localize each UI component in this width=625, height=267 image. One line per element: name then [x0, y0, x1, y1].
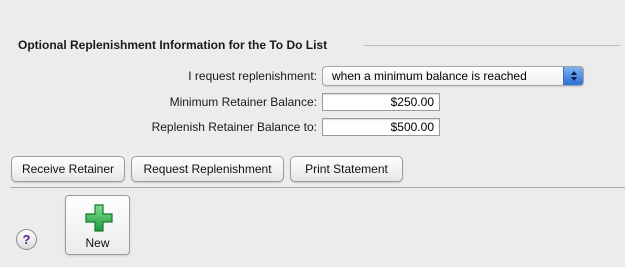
section-title: Optional Replenishment Information for t…: [18, 38, 328, 52]
new-button[interactable]: New: [65, 195, 130, 255]
replenish-balance-field[interactable]: [322, 118, 440, 136]
replenish-balance-label: Replenish Retainer Balance to:: [151, 120, 317, 134]
new-label: New: [85, 236, 110, 250]
section-separator: [10, 187, 625, 188]
help-icon: ?: [22, 232, 31, 247]
minimum-balance-field[interactable]: [322, 93, 440, 111]
minimum-balance-label: Minimum Retainer Balance:: [169, 95, 317, 109]
request-replenishment-button[interactable]: Request Replenishment: [131, 156, 284, 182]
replenishment-select-value: when a minimum balance is reached: [332, 69, 527, 83]
print-statement-button[interactable]: Print Statement: [290, 156, 403, 182]
green-plus-icon: [85, 204, 113, 232]
up-down-arrows-icon: [563, 67, 583, 85]
replenishment-select[interactable]: when a minimum balance is reached: [322, 66, 584, 86]
receive-retainer-button[interactable]: Receive Retainer: [11, 156, 125, 182]
section-rule: [364, 45, 620, 46]
request-replenishment-label: I request replenishment:: [188, 69, 317, 83]
help-button[interactable]: ?: [16, 229, 37, 250]
